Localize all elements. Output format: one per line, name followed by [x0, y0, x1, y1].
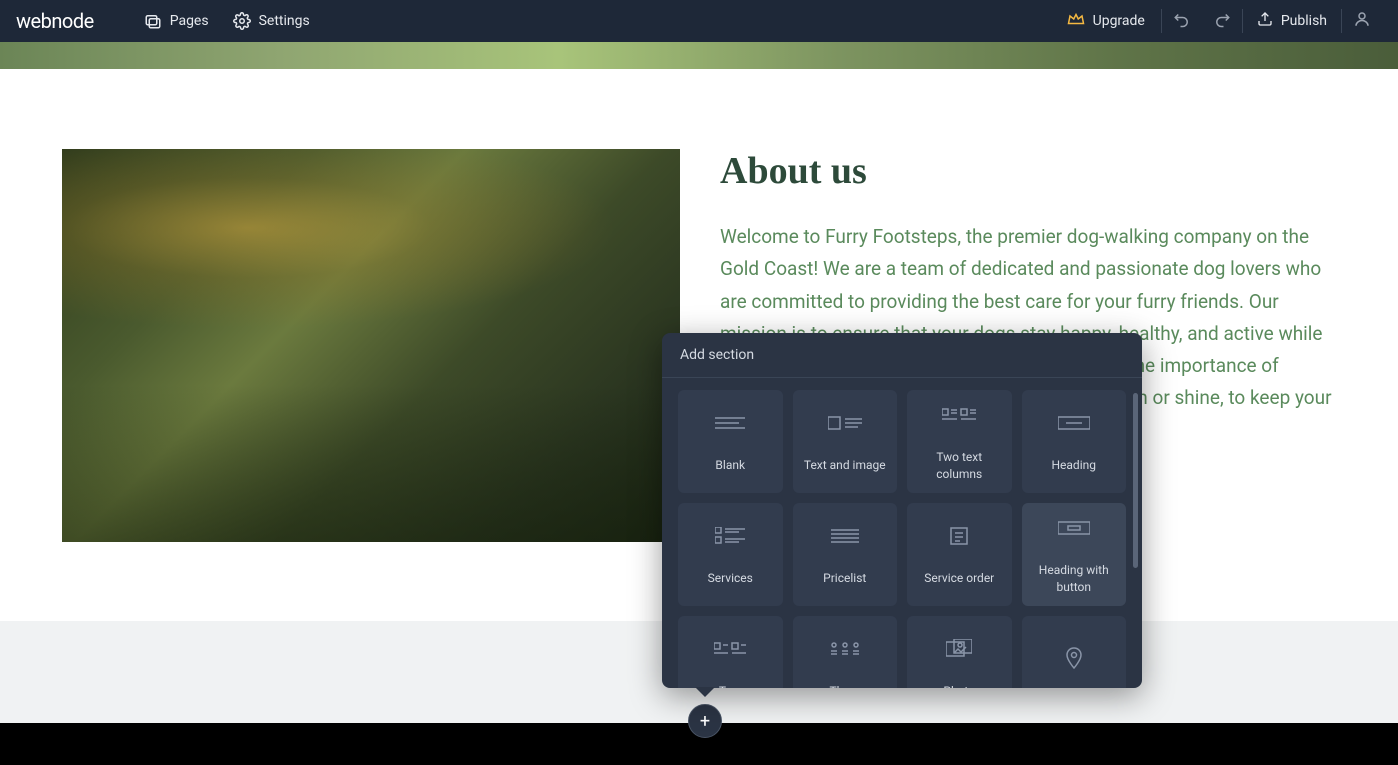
add-section-button[interactable]: + [688, 704, 722, 738]
two-icon [714, 635, 746, 663]
service-order-icon [949, 522, 969, 550]
popover-title: Add section [662, 333, 1142, 378]
popover-body: Blank Text and image Two text columns Headi… [662, 378, 1142, 688]
account-button[interactable] [1342, 0, 1382, 42]
pricelist-icon [831, 522, 859, 550]
nav-settings[interactable]: Settings [233, 12, 310, 30]
upload-icon [1257, 11, 1273, 31]
section-tile-two-columns[interactable]: Two text columns [907, 390, 1012, 493]
section-tile-map[interactable] [1022, 616, 1127, 688]
top-right: Upgrade Publish [1051, 0, 1382, 42]
section-tile-blank[interactable]: Blank [678, 390, 783, 493]
nav-pages-label: Pages [170, 13, 209, 29]
brand-logo[interactable]: webnode [16, 9, 94, 33]
section-tile-three[interactable]: Three [793, 616, 898, 688]
two-columns-icon [942, 401, 976, 429]
photo-icon [946, 635, 972, 663]
top-bar: webnode Pages Settings Upgrade [0, 0, 1398, 42]
nav-settings-label: Settings [259, 13, 310, 29]
undo-icon [1173, 10, 1191, 32]
section-tile-photo[interactable]: Photo [907, 616, 1012, 688]
user-icon [1353, 10, 1371, 32]
services-icon [715, 522, 745, 550]
crown-icon [1067, 10, 1085, 32]
redo-button[interactable] [1202, 0, 1242, 42]
blank-icon [715, 409, 745, 437]
about-heading[interactable]: About us [720, 149, 1336, 193]
heading-icon [1058, 409, 1090, 437]
text-image-icon [828, 409, 862, 437]
nav-group: Pages Settings [144, 12, 310, 30]
upgrade-label: Upgrade [1093, 13, 1145, 29]
popover-scrollbar[interactable] [1133, 393, 1138, 568]
section-tile-two[interactable]: Two [678, 616, 783, 688]
plus-icon: + [700, 711, 710, 732]
tile-label: Heading with button [1030, 562, 1119, 596]
tile-label: Blank [715, 457, 745, 474]
publish-label: Publish [1281, 13, 1327, 29]
tile-label: Text and image [804, 457, 886, 474]
section-tile-heading-button[interactable]: Heading with button [1022, 503, 1127, 606]
section-tile-services[interactable]: Services [678, 503, 783, 606]
tile-label: Heading [1051, 457, 1096, 474]
publish-button[interactable]: Publish [1243, 11, 1341, 31]
tile-label: Two text columns [915, 449, 1004, 483]
tile-label: Three [830, 683, 860, 688]
section-tile-text-image[interactable]: Text and image [793, 390, 898, 493]
upgrade-button[interactable]: Upgrade [1051, 10, 1161, 32]
tile-label: Two [719, 683, 742, 688]
hero-strip [0, 42, 1398, 69]
about-image[interactable] [62, 149, 680, 542]
add-section-popover: Add section Blank Text and image Two text … [662, 333, 1142, 688]
tile-label: Pricelist [823, 570, 866, 587]
undo-button[interactable] [1162, 0, 1202, 42]
section-tile-heading[interactable]: Heading [1022, 390, 1127, 493]
section-tile-pricelist[interactable]: Pricelist [793, 503, 898, 606]
section-tile-service-order[interactable]: Service order [907, 503, 1012, 606]
redo-icon [1213, 10, 1231, 32]
nav-pages[interactable]: Pages [144, 12, 209, 30]
brand-text: webnode [16, 9, 94, 33]
tile-label: Services [708, 570, 753, 587]
gear-icon [233, 12, 251, 30]
tile-label: Photo [943, 683, 975, 688]
three-icon [830, 635, 860, 663]
pages-icon [144, 12, 162, 30]
tile-label: Service order [924, 570, 994, 587]
popover-arrow [695, 687, 715, 697]
heading-button-icon [1058, 514, 1090, 542]
map-icon [1065, 644, 1083, 672]
